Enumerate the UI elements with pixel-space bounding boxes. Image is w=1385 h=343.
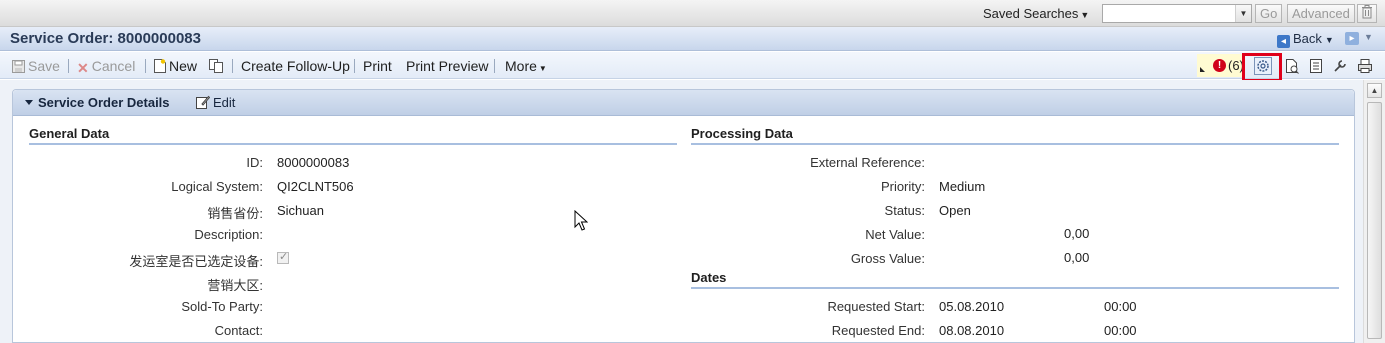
- print-preview-button[interactable]: Print Preview: [406, 58, 488, 74]
- field-label: Status:: [884, 203, 925, 218]
- gross-value-value: 0,00: [1064, 250, 1090, 265]
- back-button[interactable]: ◂ Back ▼: [1277, 31, 1334, 48]
- requested-start-date: 05.08.2010: [939, 299, 1005, 314]
- more-menu-button[interactable]: More ▼: [505, 58, 547, 74]
- requested-start-time: 00:00: [1104, 299, 1137, 314]
- save-label: Save: [28, 58, 60, 74]
- chevron-down-icon: ▼: [1324, 35, 1334, 45]
- field-label: Requested End:: [831, 323, 925, 338]
- toolbar-divider: [232, 59, 233, 73]
- field-label: Description:: [194, 227, 263, 242]
- field-label: Sold-To Party:: [181, 299, 263, 314]
- edit-button[interactable]: Edit: [196, 95, 235, 110]
- field-label: Gross Value:: [850, 251, 925, 266]
- net-value-value: 0,00: [1064, 226, 1090, 241]
- save-icon: [12, 60, 25, 73]
- field-label: Logical System:: [171, 179, 263, 194]
- field-label: 营销大区:: [207, 278, 263, 293]
- scrollbar-thumb[interactable]: [1367, 102, 1382, 339]
- toolbar-divider: [354, 59, 355, 73]
- field-label: External Reference:: [810, 155, 925, 170]
- toolbar-divider: [494, 59, 495, 73]
- field-label: Priority:: [880, 179, 925, 194]
- page-title: Service Order: 8000000083: [10, 30, 201, 47]
- vertical-scrollbar[interactable]: ▲: [1363, 80, 1385, 343]
- page-title-bar: Service Order: 8000000083 ◂ Back ▼ ▸ ▼: [0, 27, 1385, 51]
- field-label: ID:: [246, 155, 263, 170]
- more-label: More: [505, 58, 537, 74]
- back-label: Back: [1293, 31, 1322, 46]
- field-label: Contact:: [214, 323, 263, 338]
- panel-title[interactable]: Service Order Details: [25, 95, 170, 110]
- scroll-up-icon[interactable]: ▲: [1367, 83, 1382, 98]
- collapse-triangle-icon: [25, 100, 33, 105]
- advanced-button[interactable]: Advanced: [1287, 4, 1355, 23]
- corner-marker-icon: [1200, 67, 1205, 72]
- sales-province-value: Sichuan: [277, 203, 324, 218]
- wrench-icon[interactable]: [1332, 58, 1348, 74]
- edit-label: Edit: [213, 95, 236, 110]
- field-label: Net Value:: [865, 227, 925, 242]
- mouse-pointer-icon: [574, 210, 588, 231]
- create-follow-up-button[interactable]: Create Follow-Up: [241, 58, 350, 74]
- cancel-icon: ✕: [77, 60, 89, 76]
- dates-heading: Dates: [691, 270, 1339, 289]
- logical-system-value: QI2CLNT506: [277, 179, 354, 194]
- general-data-heading: General Data: [29, 126, 677, 145]
- messages-indicator[interactable]: ! (6): [1197, 54, 1244, 77]
- chevron-down-icon: ▼: [538, 64, 547, 73]
- saved-searches-dropdown[interactable]: Saved Searches ▼: [983, 6, 1089, 21]
- top-search-bar: Saved Searches ▼ ▼ Go Advanced: [0, 0, 1385, 27]
- copy-icon: [209, 59, 223, 73]
- new-document-icon: [154, 59, 166, 73]
- status-value: Open: [939, 203, 971, 218]
- saved-searches-label: Saved Searches: [983, 6, 1079, 21]
- panel-header[interactable]: Service Order Details Edit: [13, 90, 1354, 116]
- search-field[interactable]: ▼: [1102, 4, 1252, 23]
- trash-icon[interactable]: [1357, 4, 1377, 23]
- requested-end-time: 00:00: [1104, 323, 1137, 338]
- field-label: 销售省份:: [207, 206, 263, 221]
- forward-icon[interactable]: ▸: [1345, 32, 1359, 45]
- back-arrow-icon: ◂: [1277, 35, 1290, 48]
- field-label: Requested Start:: [827, 299, 925, 314]
- toolbar: Save ✕ Cancel New Create Follow-Up Print …: [0, 52, 1385, 79]
- toolbar-divider: [145, 59, 146, 73]
- print-button[interactable]: Print: [363, 58, 392, 74]
- error-icon: !: [1213, 59, 1226, 72]
- search-input[interactable]: [1103, 5, 1235, 22]
- cancel-button[interactable]: ✕ Cancel: [77, 58, 135, 77]
- notes-icon[interactable]: [1308, 58, 1324, 74]
- priority-value: Medium: [939, 179, 986, 194]
- panel-title-label: Service Order Details: [38, 95, 170, 110]
- chevron-down-icon: ▼: [1080, 10, 1090, 20]
- document-search-icon[interactable]: [1284, 58, 1300, 74]
- id-value: 8000000083: [277, 155, 350, 170]
- new-button[interactable]: New: [154, 58, 197, 74]
- equipment-selected-checkbox[interactable]: [277, 250, 289, 264]
- edit-icon: [196, 95, 210, 109]
- save-button[interactable]: Save: [12, 58, 60, 74]
- search-dropdown-icon[interactable]: ▼: [1235, 5, 1251, 22]
- toolbar-divider: [68, 59, 69, 73]
- chevron-down-icon[interactable]: ▼: [1364, 32, 1373, 42]
- go-button[interactable]: Go: [1255, 4, 1283, 23]
- highlight-box: [1242, 53, 1282, 82]
- copy-button[interactable]: [209, 58, 226, 74]
- cancel-label: Cancel: [91, 58, 136, 74]
- printer-icon[interactable]: [1357, 58, 1373, 74]
- requested-end-date: 08.08.2010: [939, 323, 1005, 338]
- processing-data-heading: Processing Data: [691, 126, 1339, 145]
- field-label: 发运室是否已选定设备:: [129, 254, 263, 269]
- new-label: New: [169, 58, 198, 74]
